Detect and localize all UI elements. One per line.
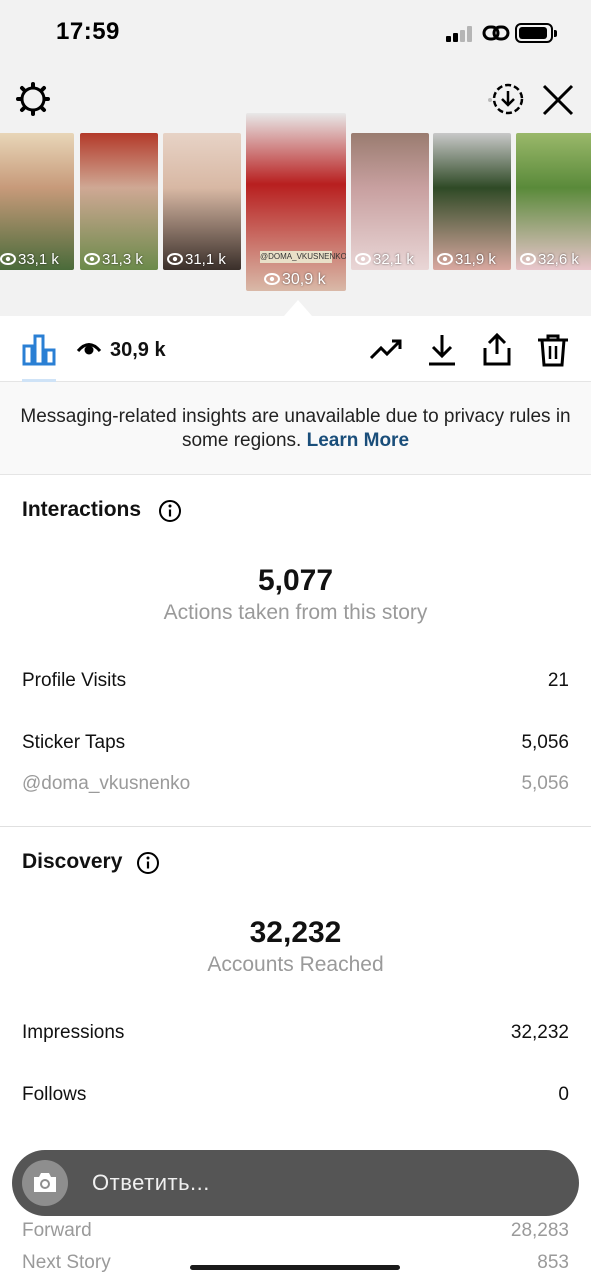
story-thumbnail[interactable]: 33,1 k (0, 133, 74, 270)
status-bar: 17:59 (0, 0, 591, 66)
learn-more-link[interactable]: Learn More (307, 430, 409, 451)
insights-bar-chart-icon[interactable] (22, 334, 56, 366)
info-icon[interactable] (158, 499, 182, 523)
download-icon[interactable] (424, 332, 460, 368)
impressions-label: Impressions (22, 1022, 125, 1043)
story-thumbnail[interactable]: 32,1 k (351, 133, 429, 270)
discovery-title: Discovery (22, 850, 123, 873)
interactions-title: Interactions (22, 498, 142, 521)
next-story-label: Next Story (22, 1252, 111, 1273)
sticker-taps-value: 5,056 (521, 732, 569, 753)
story-view-count: 30,9 k (264, 271, 326, 289)
camera-icon (34, 1173, 56, 1192)
forward-label: Forward (22, 1220, 92, 1241)
profile-visits-label: Profile Visits (22, 670, 127, 691)
story-thumbnail[interactable]: 31,1 k (163, 133, 241, 270)
interactions-total: 5,077 (257, 564, 334, 597)
story-view-count: 31,1 k (167, 251, 226, 268)
home-indicator (190, 1265, 400, 1270)
story-thumbnail-selected[interactable]: @DOMA_VKUSNENKO 30,9 k (246, 113, 346, 291)
story-views-count: 30,9 k (110, 339, 166, 361)
mention-sticker-label: @doma_vkusnenko (22, 773, 191, 794)
settings-gear-icon[interactable] (16, 82, 50, 116)
share-icon[interactable] (479, 332, 515, 368)
privacy-notice-text: Messaging-related insights are unavailab… (20, 406, 571, 451)
forward-value: 28,283 (510, 1220, 569, 1241)
story-view-count: 31,9 k (437, 251, 496, 268)
story-thumbnail[interactable]: 32,6 k (516, 133, 591, 270)
selected-story-pointer (284, 300, 312, 316)
story-thumbnail[interactable]: 31,3 k (80, 133, 158, 270)
reply-input[interactable]: Ответить... (92, 1170, 210, 1196)
follows-label: Follows (22, 1084, 87, 1105)
story-thumbnail[interactable]: 31,9 k (433, 133, 511, 270)
trending-up-icon[interactable] (368, 332, 404, 368)
section-divider (0, 826, 591, 827)
battery-icon (515, 23, 557, 43)
follows-value: 0 (558, 1084, 569, 1105)
story-view-count: 33,1 k (0, 251, 59, 268)
accounts-reached-total: 32,232 (249, 916, 342, 949)
cellular-signal-icon (446, 26, 476, 42)
mention-sticker-value: 5,056 (521, 773, 569, 794)
info-icon[interactable] (136, 851, 160, 875)
story-view-count: 32,1 k (355, 251, 414, 268)
status-time: 17:59 (56, 18, 120, 45)
story-view-count: 32,6 k (520, 251, 579, 268)
accounts-reached-caption: Accounts Reached (207, 953, 384, 976)
story-header: 17:59 33,1 k 31,3 k 31,1 k @DOMA_VKUSNEN… (0, 0, 591, 316)
camera-button[interactable] (22, 1160, 68, 1206)
story-view-count: 31,3 k (84, 251, 143, 268)
privacy-notice: Messaging-related insights are unavailab… (0, 382, 591, 475)
story-toolbar: 30,9 k (0, 316, 591, 382)
sticker-taps-label: Sticker Taps (22, 732, 126, 753)
interactions-caption: Actions taken from this story (163, 601, 428, 624)
story-mention-tag: @DOMA_VKUSNENKO (260, 251, 346, 263)
story-thumbnail-strip[interactable]: 33,1 k 31,3 k 31,1 k @DOMA_VKUSNENKO 30,… (0, 113, 591, 293)
reply-bar[interactable]: Ответить... (12, 1150, 579, 1216)
views-eye-icon (76, 343, 102, 355)
profile-visits-value: 21 (547, 670, 569, 691)
impressions-value: 32,232 (510, 1022, 569, 1043)
personal-hotspot-icon (482, 25, 510, 41)
delete-trash-icon[interactable] (535, 332, 571, 368)
next-story-value: 853 (537, 1252, 569, 1273)
